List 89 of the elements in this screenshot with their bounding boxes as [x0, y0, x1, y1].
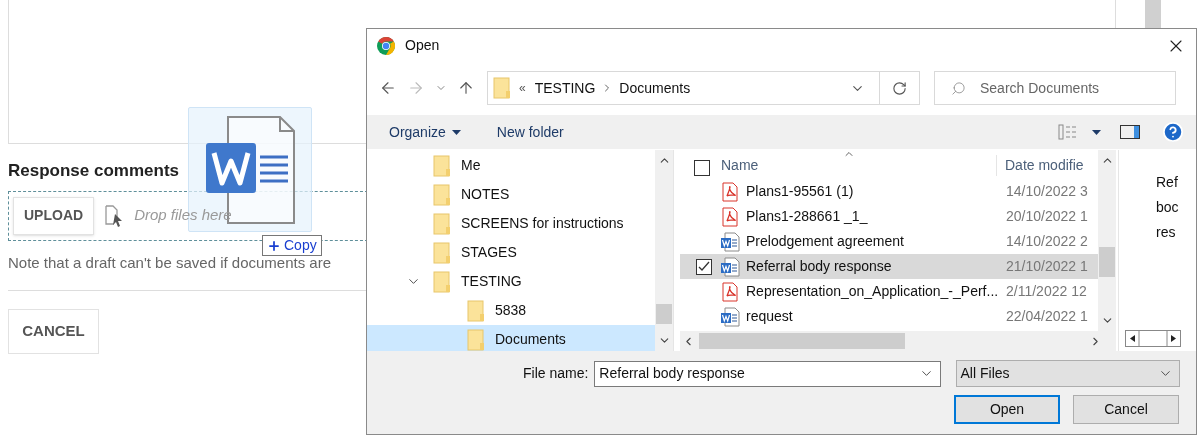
file-name: Prelodgement agreement: [745, 232, 905, 251]
new-folder-button[interactable]: New folder: [496, 121, 564, 143]
folder-icon: [433, 212, 451, 235]
file-name: Plans1-288661 _1_: [745, 207, 869, 226]
scrollbar[interactable]: [1145, 0, 1161, 28]
file-date: 14/10/2022 3: [1006, 182, 1088, 201]
scrollbar[interactable]: [680, 331, 1116, 351]
address-bar[interactable]: « TESTING Documents: [487, 71, 920, 105]
word-document-icon: [204, 114, 296, 225]
column-header[interactable]: Name: [721, 155, 996, 176]
folder-icon: [433, 270, 451, 293]
dialog-button[interactable]: Open: [954, 395, 1060, 424]
folder-tree-item[interactable]: STAGES: [367, 238, 655, 267]
folder-icon: [467, 328, 485, 351]
organize-menu[interactable]: Organize: [389, 121, 461, 143]
preview-text: boc: [1156, 198, 1180, 217]
folder-label: Me: [461, 156, 481, 175]
file-type-dropdown[interactable]: All Files: [955, 360, 1180, 387]
file-row[interactable]: Plans1-95561 (1) 14/10/2022 3: [680, 179, 1098, 204]
file-date: 2/11/2022 12: [1006, 282, 1087, 301]
scrollbar[interactable]: [1125, 330, 1181, 347]
file-name-label: File name:: [523, 364, 589, 383]
plus-icon: [267, 238, 281, 253]
folder-icon: [433, 241, 451, 264]
dialog-button[interactable]: Cancel: [1073, 395, 1179, 424]
column-header[interactable]: Date modifie: [996, 155, 1084, 176]
file-date: 22/04/2022 1: [1006, 307, 1088, 326]
file-name: request: [745, 307, 794, 326]
folder-icon: [467, 299, 485, 322]
scrollbar-thumb[interactable]: [656, 304, 672, 324]
folder-tree-item[interactable]: SCREENS for instructions: [367, 209, 655, 238]
file-name: Plans1-95561 (1): [745, 182, 855, 201]
overflow-marker: «: [519, 80, 526, 97]
preview-text: Ref: [1156, 173, 1179, 192]
folder-tree-item[interactable]: Me: [367, 151, 655, 180]
file-date: 20/10/2022 1: [1006, 207, 1088, 226]
breadcrumb-item[interactable]: Documents: [619, 77, 691, 99]
scrollbar[interactable]: [655, 150, 673, 351]
file-date: 21/10/2022 1: [1006, 257, 1088, 276]
scrollbar-thumb[interactable]: [1099, 247, 1115, 277]
pdf-file-icon: [722, 206, 738, 227]
search-icon: [951, 80, 966, 96]
file-row[interactable]: Prelodgement agreement 14/10/2022 2: [680, 229, 1098, 254]
preview-text: res: [1156, 223, 1177, 242]
folder-tree-item[interactable]: Documents: [367, 325, 655, 351]
folder-label: TESTING: [461, 272, 522, 291]
checkbox[interactable]: [694, 160, 710, 176]
folder-tree-item[interactable]: NOTES: [367, 180, 655, 209]
folder-tree-item[interactable]: TESTING: [367, 267, 655, 296]
file-name-field[interactable]: Referral body response: [594, 360, 941, 387]
help-icon[interactable]: [1162, 121, 1184, 143]
view-options-icon[interactable]: [1058, 124, 1102, 140]
pdf-file-icon: [722, 281, 738, 302]
breadcrumb-item[interactable]: TESTING: [534, 77, 596, 99]
file-name: Representation_on_Application_-_Perf...: [745, 282, 1000, 301]
folder-label: Documents: [495, 330, 566, 349]
cancel-button[interactable]: CANCEL: [8, 309, 99, 354]
file-row[interactable]: request 22/04/2022 1: [680, 304, 1098, 329]
word-file-icon: [720, 306, 740, 327]
caret-icon: [451, 129, 461, 135]
folder-icon: [433, 154, 451, 177]
folder-label: STAGES: [461, 243, 517, 262]
word-file-icon: [720, 256, 740, 277]
file-drop-icon: [104, 203, 125, 228]
folder-icon: [493, 77, 511, 99]
folder-label: 5838: [495, 301, 527, 320]
file-row[interactable]: Referral body response 21/10/2022 1: [680, 254, 1098, 279]
pdf-file-icon: [722, 181, 738, 202]
preview-pane-icon[interactable]: [1120, 125, 1140, 139]
search-field[interactable]: Search Documents: [934, 71, 1176, 105]
folder-label: SCREENS for instructions: [461, 214, 624, 233]
refresh-icon: [892, 80, 907, 96]
window-title: Open: [405, 36, 440, 55]
word-file-icon: [720, 231, 740, 252]
folder-icon: [433, 183, 451, 206]
checkbox[interactable]: [696, 258, 712, 275]
folder-tree-item[interactable]: 5838: [367, 296, 655, 325]
section-title: Response comments: [8, 160, 180, 182]
note-text: Note that a draft can't be saved if documents are: [8, 253, 333, 273]
folder-label: NOTES: [461, 185, 510, 204]
scrollbar-thumb[interactable]: [699, 333, 905, 349]
browser-logo-icon: [376, 35, 396, 56]
file-row[interactable]: Plans1-288661 _1_ 20/10/2022 1: [680, 204, 1098, 229]
upload-button[interactable]: UPLOAD: [13, 196, 95, 235]
search-placeholder: Search Documents: [980, 78, 1100, 98]
file-name: Referral body response: [745, 257, 893, 276]
file-row[interactable]: Representation_on_Application_-_Perf... 2/11/2022 12: [680, 279, 1098, 304]
scrollbar[interactable]: [1098, 150, 1116, 331]
file-date: 14/10/2022 2: [1006, 232, 1088, 251]
